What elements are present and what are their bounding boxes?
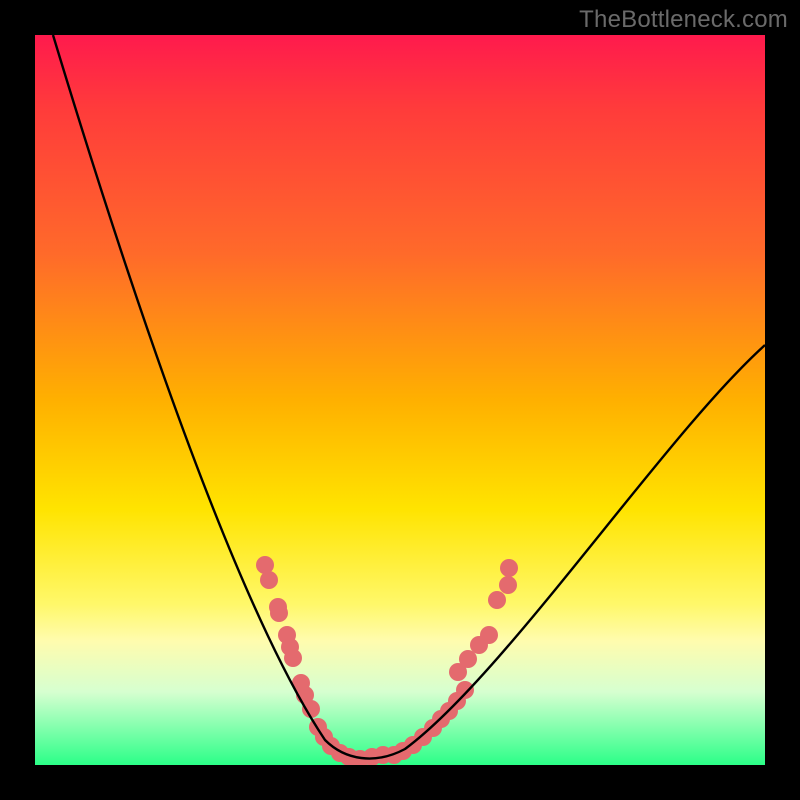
chart-overlay	[35, 35, 765, 765]
data-point	[500, 559, 518, 577]
data-point	[459, 650, 477, 668]
data-point	[270, 604, 288, 622]
bottleneck-curve	[53, 35, 765, 759]
data-point	[480, 626, 498, 644]
data-point	[488, 591, 506, 609]
data-point	[284, 649, 302, 667]
chart-frame: TheBottleneck.com	[0, 0, 800, 800]
plot-area	[35, 35, 765, 765]
data-point	[260, 571, 278, 589]
scatter-markers	[256, 556, 518, 765]
data-point	[499, 576, 517, 594]
watermark-text: TheBottleneck.com	[579, 6, 788, 34]
data-point	[456, 681, 474, 699]
